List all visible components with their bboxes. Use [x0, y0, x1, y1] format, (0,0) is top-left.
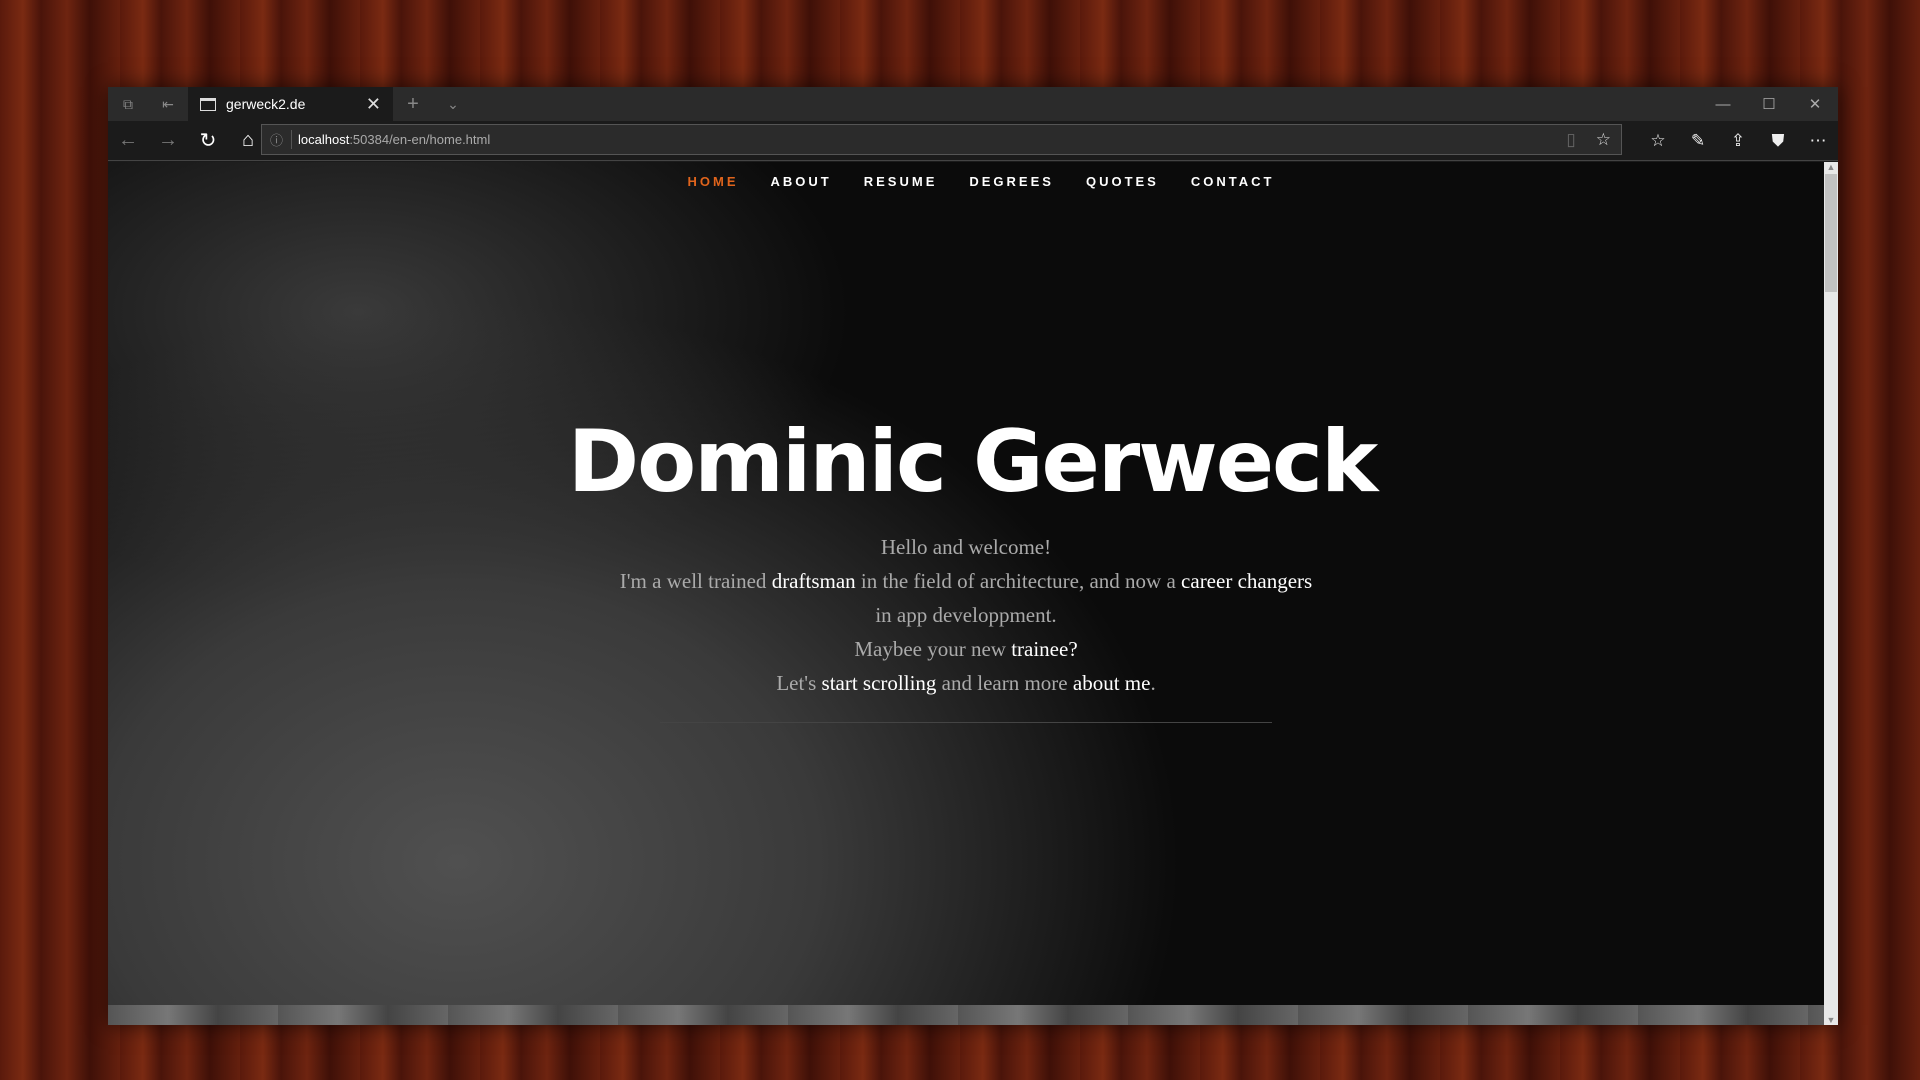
scroll-down-icon[interactable]: ▼: [1824, 1015, 1838, 1025]
nav-contact[interactable]: CONTACT: [1191, 174, 1275, 189]
hero: Dominic Gerweck Hello and welcome! I'm a…: [108, 412, 1824, 723]
tab-set-aside-icon[interactable]: ⧉: [108, 87, 148, 121]
divider: [660, 722, 1272, 723]
browser-toolbar: ← → ↻ ⌂ ⓘ localhost :50384/en-en/home.ht…: [108, 121, 1838, 161]
nav-home[interactable]: HOME: [688, 174, 739, 189]
nav-about[interactable]: ABOUT: [771, 174, 832, 189]
url-path: :50384/en-en/home.html: [349, 132, 491, 147]
more-icon[interactable]: ⋯: [1798, 121, 1838, 161]
title-bar: ⧉ ⇤ gerweck2.de ✕ + ⌄ — ☐ ✕: [108, 87, 1838, 121]
start-scrolling-link[interactable]: start scrolling: [822, 671, 937, 695]
share-icon[interactable]: ⇪: [1718, 121, 1758, 161]
floor-texture: [108, 1005, 1824, 1025]
intro-line: I'm a well trained draftsman in the fiel…: [619, 569, 1313, 627]
site-nav: HOME ABOUT RESUME DEGREES QUOTES CONTACT: [108, 174, 1824, 189]
forward-icon[interactable]: →: [148, 121, 188, 161]
tab-title: gerweck2.de: [226, 96, 306, 112]
address-bar[interactable]: ⓘ localhost :50384/en-en/home.html ▯ ☆: [261, 124, 1622, 155]
refresh-icon[interactable]: ↻: [188, 121, 228, 161]
hero-title: Dominic Gerweck: [567, 412, 1378, 512]
url-host: localhost: [298, 132, 350, 147]
minimize-icon[interactable]: —: [1700, 87, 1746, 121]
favorite-star-icon[interactable]: ☆: [1596, 130, 1611, 150]
close-window-icon[interactable]: ✕: [1792, 87, 1838, 121]
favorites-icon[interactable]: ☆: [1638, 121, 1678, 161]
reading-view-icon[interactable]: ▯: [1566, 130, 1575, 150]
highlight: career changers: [1181, 569, 1313, 593]
hero-intro: Hello and welcome! I'm a well trained dr…: [616, 530, 1316, 700]
back-icon[interactable]: ←: [108, 121, 148, 161]
browser-window: ⧉ ⇤ gerweck2.de ✕ + ⌄ — ☐ ✕ ← → ↻ ⌂ ⓘ lo…: [108, 87, 1838, 1025]
scrollbar-thumb[interactable]: [1825, 174, 1837, 292]
scrollbar[interactable]: ▲ ▼: [1824, 162, 1838, 1025]
close-tab-icon[interactable]: ✕: [366, 94, 381, 115]
tabs-aside-icon[interactable]: ⇤: [148, 87, 188, 121]
info-icon[interactable]: ⓘ: [262, 130, 292, 149]
trainee-line: Maybee your new trainee?: [854, 637, 1078, 661]
page-content: HOME ABOUT RESUME DEGREES QUOTES CONTACT…: [108, 162, 1824, 1025]
scroll-line: Let's start scrolling and learn more abo…: [776, 671, 1156, 695]
highlight: trainee?: [1011, 637, 1078, 661]
new-tab-icon[interactable]: +: [393, 87, 433, 121]
tab-gerweck2[interactable]: gerweck2.de ✕: [188, 87, 393, 121]
tab-preview-chevron-icon[interactable]: ⌄: [433, 87, 473, 121]
nav-degrees[interactable]: DEGREES: [969, 174, 1054, 189]
web-note-icon[interactable]: ✎: [1678, 121, 1718, 161]
page-icon: [200, 97, 216, 111]
nav-quotes[interactable]: QUOTES: [1086, 174, 1159, 189]
scroll-up-icon[interactable]: ▲: [1824, 162, 1838, 172]
greeting: Hello and welcome!: [880, 535, 1052, 559]
nav-resume[interactable]: RESUME: [864, 174, 938, 189]
shield-icon[interactable]: ⛊: [1758, 121, 1798, 161]
maximize-icon[interactable]: ☐: [1746, 87, 1792, 121]
about-me-link[interactable]: about me: [1073, 671, 1151, 695]
highlight: draftsman: [771, 569, 856, 593]
